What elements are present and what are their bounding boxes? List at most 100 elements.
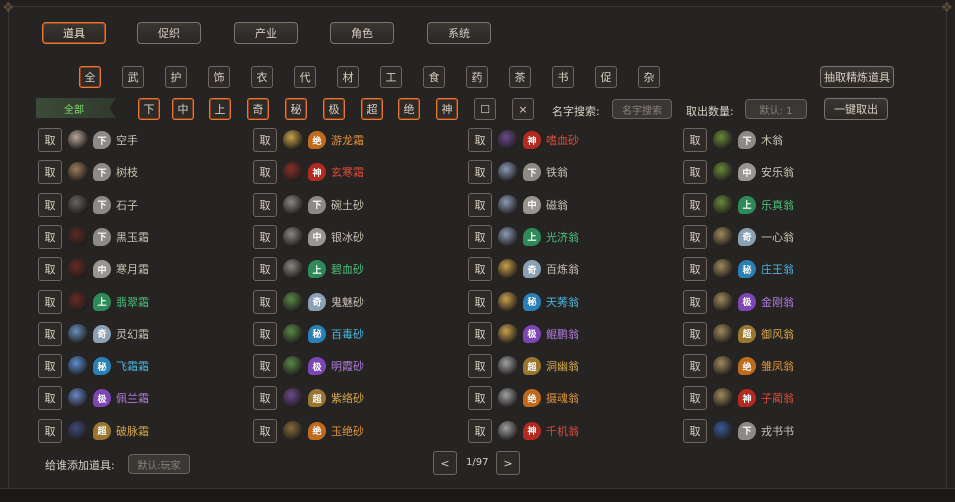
all-tag-label: 全部 (64, 104, 84, 116)
take-button[interactable]: 取 (38, 354, 62, 379)
category-12[interactable]: 促 (595, 66, 617, 88)
item-name: 金刚翁 (761, 295, 794, 309)
grade-filter-4[interactable]: 秘 (285, 98, 307, 120)
prev-page-button[interactable]: < (433, 451, 457, 475)
take-button[interactable]: 取 (683, 192, 707, 217)
take-button[interactable]: 取 (38, 128, 62, 152)
beetle-icon (713, 356, 733, 377)
category-5[interactable]: 代 (294, 66, 316, 88)
grade-badge: 上 (308, 260, 326, 279)
take-button[interactable]: 取 (253, 160, 277, 185)
orb-icon (68, 420, 88, 441)
take-button[interactable]: 取 (38, 418, 62, 443)
category-9[interactable]: 药 (466, 66, 488, 88)
take-all-button[interactable]: 一键取出 (824, 98, 888, 120)
take-button[interactable]: 取 (468, 160, 492, 185)
next-page-button[interactable]: > (496, 451, 520, 475)
take-button[interactable]: 取 (683, 289, 707, 314)
category-1[interactable]: 武 (122, 66, 144, 88)
item-name: 石子 (116, 198, 138, 212)
category-3[interactable]: 饰 (208, 66, 230, 88)
item-name: 鲲鹏翁 (546, 327, 579, 341)
all-tag[interactable]: 全部 (36, 98, 116, 118)
take-button[interactable]: 取 (683, 418, 707, 443)
tab-4[interactable]: 系统 (427, 22, 491, 44)
take-button[interactable]: 取 (468, 418, 492, 443)
beetle-icon (713, 259, 733, 280)
grade-badge: 超 (93, 421, 111, 440)
grade-badge: 神 (308, 163, 326, 182)
rock-icon (283, 259, 303, 280)
category-13[interactable]: 杂 (638, 66, 660, 88)
category-8[interactable]: 食 (423, 66, 445, 88)
category-7[interactable]: 工 (380, 66, 402, 88)
category-2[interactable]: 护 (165, 66, 187, 88)
item-row: 取 极佩兰霜 (38, 386, 238, 411)
grade-filter-7[interactable]: 绝 (398, 98, 420, 120)
tab-0[interactable]: 道具 (42, 22, 106, 44)
grade-filter-1[interactable]: 中 (172, 98, 194, 120)
beetle-icon (713, 291, 733, 312)
take-button[interactable]: 取 (468, 192, 492, 217)
take-button[interactable]: 取 (468, 224, 492, 249)
category-6[interactable]: 材 (337, 66, 359, 88)
take-button[interactable]: 取 (253, 224, 277, 249)
take-button[interactable]: 取 (683, 386, 707, 411)
corner-ornament-icon: ❖ (2, 0, 15, 16)
take-button[interactable]: 取 (253, 192, 277, 217)
take-count-input[interactable]: 默认: 1 (745, 99, 807, 119)
take-button[interactable]: 取 (38, 160, 62, 185)
take-button[interactable]: 取 (253, 257, 277, 282)
name-search-input[interactable]: 名字搜索 (612, 99, 672, 119)
item-row: 取 上翡翠霜 (38, 289, 238, 314)
tab-3[interactable]: 角色 (330, 22, 394, 44)
take-button[interactable]: 取 (683, 321, 707, 346)
grade-filter-9[interactable]: ☐ (474, 98, 496, 120)
take-button[interactable]: 取 (38, 224, 62, 249)
take-button[interactable]: 取 (683, 160, 707, 185)
grade-filter-3[interactable]: 奇 (247, 98, 269, 120)
grade-filter-0[interactable]: 下 (138, 98, 160, 120)
category-11[interactable]: 书 (552, 66, 574, 88)
target-input[interactable]: 默认:玩家 (128, 454, 190, 474)
take-button[interactable]: 取 (253, 354, 277, 379)
extract-refined-button[interactable]: 抽取精炼道具 (820, 66, 894, 88)
grade-badge: 超 (308, 389, 326, 408)
grade-filter-10[interactable]: × (512, 98, 534, 120)
take-button[interactable]: 取 (683, 257, 707, 282)
take-button[interactable]: 取 (38, 192, 62, 217)
take-button[interactable]: 取 (683, 224, 707, 249)
grade-badge: 绝 (523, 389, 541, 408)
bug-icon (498, 291, 518, 312)
take-button[interactable]: 取 (38, 257, 62, 282)
grade-filter-2[interactable]: 上 (209, 98, 231, 120)
take-button[interactable]: 取 (38, 386, 62, 411)
ore-icon (283, 356, 303, 377)
take-button[interactable]: 取 (253, 128, 277, 152)
category-10[interactable]: 茶 (509, 66, 531, 88)
category-0[interactable]: 全 (79, 66, 101, 88)
grade-filter-8[interactable]: 神 (436, 98, 458, 120)
grade-filter-5[interactable]: 极 (323, 98, 345, 120)
take-button[interactable]: 取 (468, 354, 492, 379)
take-button[interactable]: 取 (253, 418, 277, 443)
take-button[interactable]: 取 (38, 321, 62, 346)
category-4[interactable]: 衣 (251, 66, 273, 88)
item-name: 翡翠霜 (116, 295, 149, 309)
tab-1[interactable]: 促织 (137, 22, 201, 44)
tab-2[interactable]: 产业 (234, 22, 298, 44)
take-button[interactable]: 取 (683, 128, 707, 152)
take-button[interactable]: 取 (468, 386, 492, 411)
take-button[interactable]: 取 (38, 289, 62, 314)
take-button[interactable]: 取 (253, 386, 277, 411)
take-button[interactable]: 取 (468, 289, 492, 314)
take-button[interactable]: 取 (468, 128, 492, 152)
item-row: 取 超紫络砂 (253, 386, 453, 411)
grade-badge: 奇 (308, 292, 326, 311)
take-button[interactable]: 取 (253, 321, 277, 346)
grade-filter-6[interactable]: 超 (361, 98, 383, 120)
take-button[interactable]: 取 (683, 354, 707, 379)
take-button[interactable]: 取 (468, 257, 492, 282)
take-button[interactable]: 取 (253, 289, 277, 314)
take-button[interactable]: 取 (468, 321, 492, 346)
